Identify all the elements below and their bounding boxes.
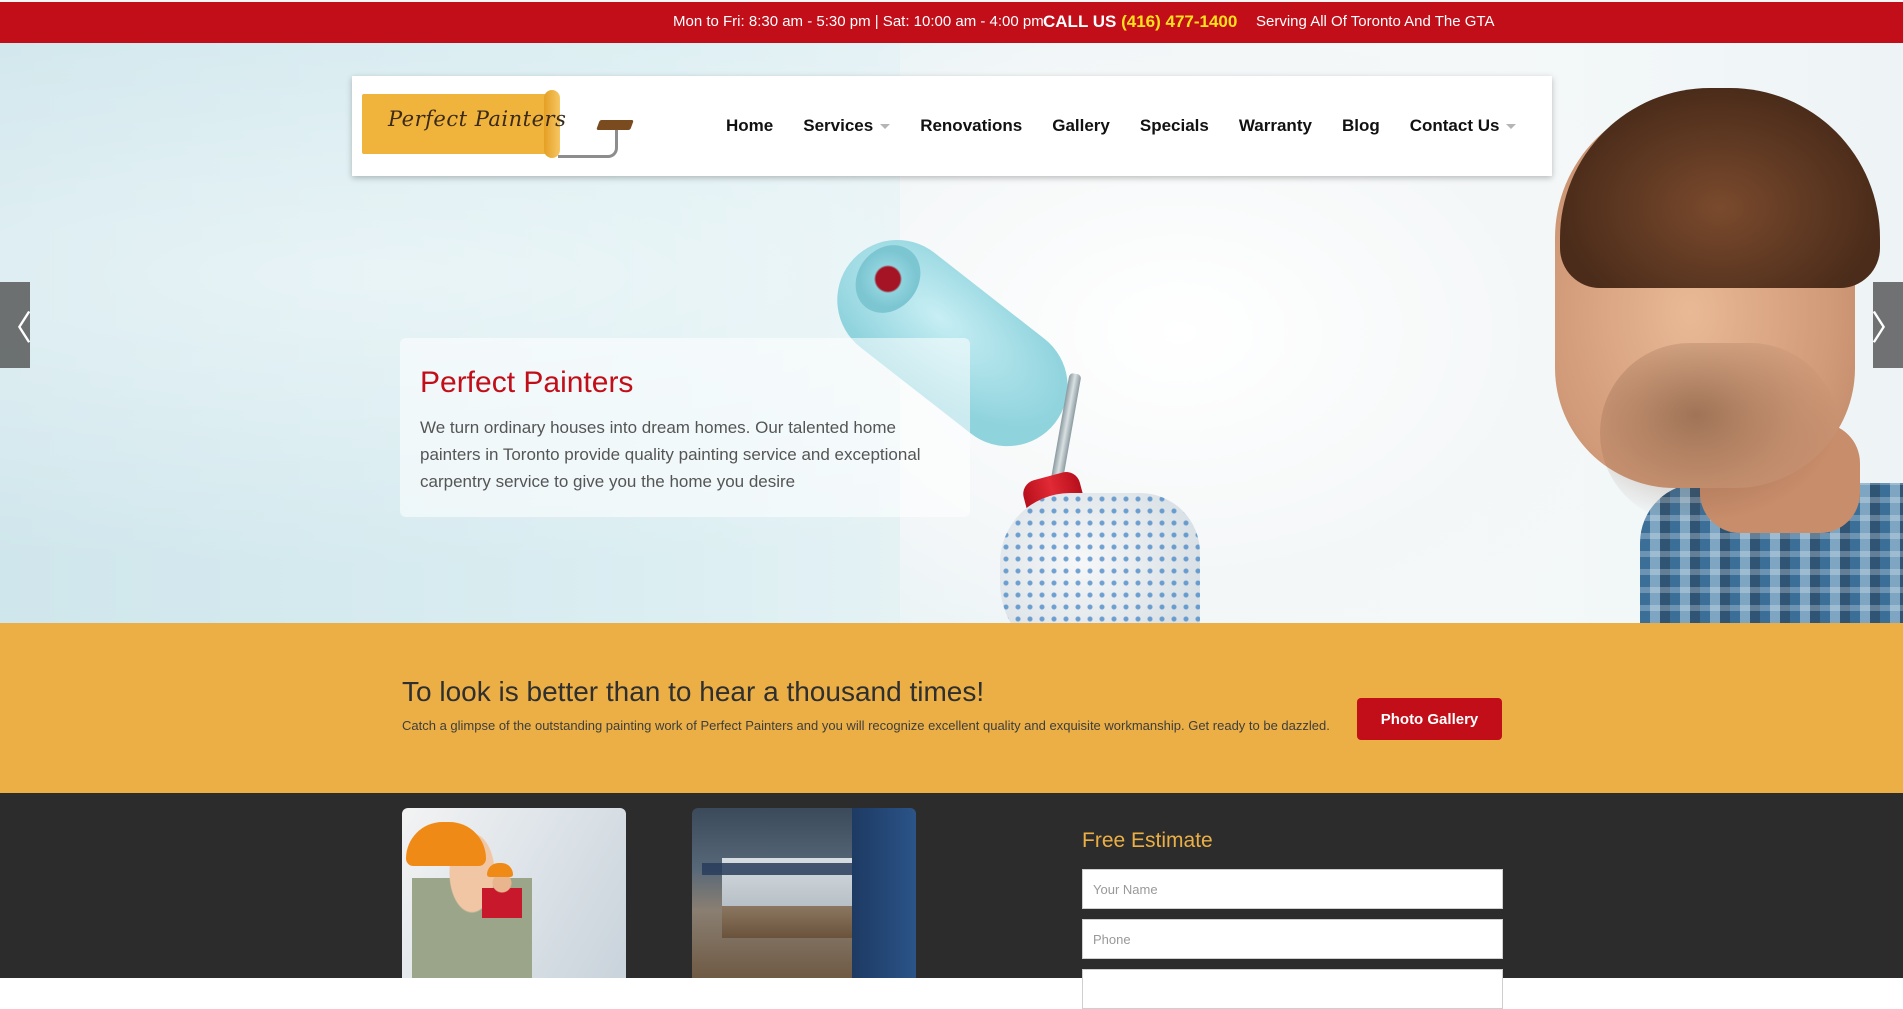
phone-number-link[interactable]: (416) 477-1400 — [1121, 12, 1237, 31]
nav-item-specials[interactable]: Specials — [1140, 116, 1209, 136]
painter-beard-image — [1600, 343, 1840, 523]
office-banner — [702, 863, 852, 875]
glove-texture — [1000, 493, 1200, 623]
main-nav: Home Services Renovations Gallery Specia… — [726, 116, 1546, 136]
free-estimate-title: Free Estimate — [1082, 829, 1213, 852]
cta-text: Catch a glimpse of the outstanding paint… — [402, 718, 1330, 733]
logo-roller-grip — [596, 120, 634, 130]
site-header: Perfect Painters Home Services Renovatio… — [352, 76, 1552, 176]
office-glass-wall — [852, 808, 916, 978]
nav-item-label: Gallery — [1052, 116, 1110, 135]
chevron-down-icon — [1506, 123, 1517, 129]
nav-item-gallery[interactable]: Gallery — [1052, 116, 1110, 136]
nav-item-label: Blog — [1341, 116, 1380, 135]
logo-text: Perfect Painters — [388, 107, 567, 131]
chevron-down-icon — [880, 123, 891, 129]
nav-item-label: Renovations — [920, 116, 1023, 135]
logo[interactable]: Perfect Painters — [362, 90, 634, 162]
exterior-painting-thumbnail[interactable] — [402, 808, 626, 978]
call-us: CALL US (416) 477-1400 — [1043, 12, 1237, 32]
cta-title: To look is better than to hear a thousan… — [402, 676, 985, 707]
slider-next-arrow-icon[interactable]: 〉 — [1871, 282, 1903, 368]
free-estimate-form: Free Estimate — [1082, 829, 1503, 1009]
hard-hat-secondary-icon — [487, 863, 513, 877]
hero-caption-text: We turn ordinary houses into dream homes… — [420, 418, 921, 491]
nav-item-label: Contact Us — [1409, 116, 1500, 135]
hero-caption: Perfect Painters We turn ordinary houses… — [400, 338, 970, 517]
nav-item-label: Home — [726, 116, 774, 135]
photo-gallery-button[interactable]: Photo Gallery — [1357, 698, 1502, 740]
service-area: Serving All Of Toronto And The GTA — [1256, 13, 1495, 30]
gallery-cta-band: To look is better than to hear a thousan… — [0, 623, 1903, 793]
nav-item-blog[interactable]: Blog — [1342, 116, 1380, 136]
name-field[interactable] — [1082, 869, 1503, 909]
bottom-section: Free Estimate — [0, 793, 1903, 1009]
nav-item-label: Services — [803, 116, 874, 135]
nav-item-label: Specials — [1139, 116, 1209, 135]
nav-item-contact-us[interactable]: Contact Us — [1410, 116, 1517, 136]
phone-field[interactable] — [1082, 919, 1503, 959]
nav-item-renovations[interactable]: Renovations — [920, 116, 1022, 136]
call-us-label: CALL US — [1043, 12, 1117, 31]
nav-item-services[interactable]: Services — [803, 116, 891, 136]
nav-item-label: Warranty — [1238, 116, 1312, 135]
slider-prev-arrow-icon[interactable]: 〈 — [0, 282, 32, 368]
hero-caption-title: Perfect Painters — [420, 366, 634, 399]
next-field-partial[interactable] — [1082, 969, 1503, 1009]
business-hours: Mon to Fri: 8:30 am - 5:30 pm | Sat: 10:… — [673, 13, 1044, 30]
nav-item-warranty[interactable]: Warranty — [1239, 116, 1312, 136]
top-info-bar: Mon to Fri: 8:30 am - 5:30 pm | Sat: 10:… — [0, 0, 1903, 43]
nav-item-home[interactable]: Home — [726, 116, 773, 136]
office-renovation-thumbnail[interactable] — [692, 808, 916, 978]
